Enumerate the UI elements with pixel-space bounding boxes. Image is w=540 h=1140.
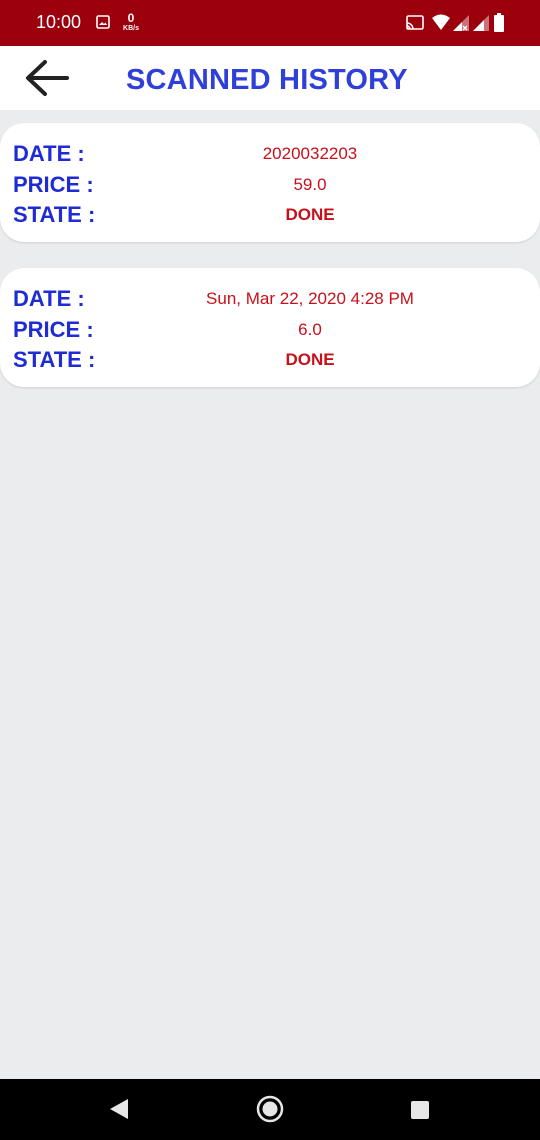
network-speed: 0 KB/s <box>120 12 142 32</box>
status-time: 10:00 <box>36 12 82 32</box>
nav-home-icon[interactable] <box>256 1095 284 1128</box>
gallery-icon <box>96 15 110 34</box>
arrow-left-icon <box>26 60 69 96</box>
nav-recents-icon[interactable] <box>410 1100 430 1125</box>
date-label: DATE : <box>13 141 85 166</box>
date-label: DATE : <box>13 286 85 311</box>
battery-icon <box>493 13 505 38</box>
date-row: DATE : Sun, Mar 22, 2020 4:28 PM <box>0 285 540 313</box>
state-value: DONE <box>285 205 335 224</box>
history-card[interactable]: DATE : 2020032203 PRICE : 59.0 STATE : D… <box>0 123 540 242</box>
history-card[interactable]: DATE : Sun, Mar 22, 2020 4:28 PM PRICE :… <box>0 268 540 387</box>
date-row: DATE : 2020032203 <box>0 140 540 168</box>
network-speed-unit: KB/s <box>123 25 139 32</box>
date-value: Sun, Mar 22, 2020 4:28 PM <box>206 289 414 308</box>
state-label: STATE : <box>13 347 96 372</box>
price-value: 59.0 <box>293 175 327 194</box>
price-row: PRICE : 6.0 <box>0 316 540 344</box>
price-label: PRICE : <box>13 317 94 342</box>
state-row: STATE : DONE <box>0 346 540 374</box>
nav-back-icon[interactable] <box>108 1098 130 1125</box>
price-value: 6.0 <box>298 320 322 339</box>
cast-icon <box>405 14 425 37</box>
page-title: SCANNED HISTORY <box>126 64 408 96</box>
state-row: STATE : DONE <box>0 201 540 229</box>
state-label: STATE : <box>13 202 96 227</box>
status-bar: 10:00 0 KB/s <box>0 0 540 46</box>
date-value: 2020032203 <box>262 144 358 163</box>
back-button[interactable] <box>18 56 74 100</box>
wifi-icon <box>431 14 451 37</box>
network-speed-value: 0 <box>127 11 135 25</box>
app-bar: SCANNED HISTORY <box>0 46 540 110</box>
navigation-bar <box>0 1079 540 1140</box>
price-label: PRICE : <box>13 172 94 197</box>
price-row: PRICE : 59.0 <box>0 171 540 199</box>
signal-icon <box>472 14 490 37</box>
state-value: DONE <box>285 350 335 369</box>
signal-icon <box>452 14 470 37</box>
